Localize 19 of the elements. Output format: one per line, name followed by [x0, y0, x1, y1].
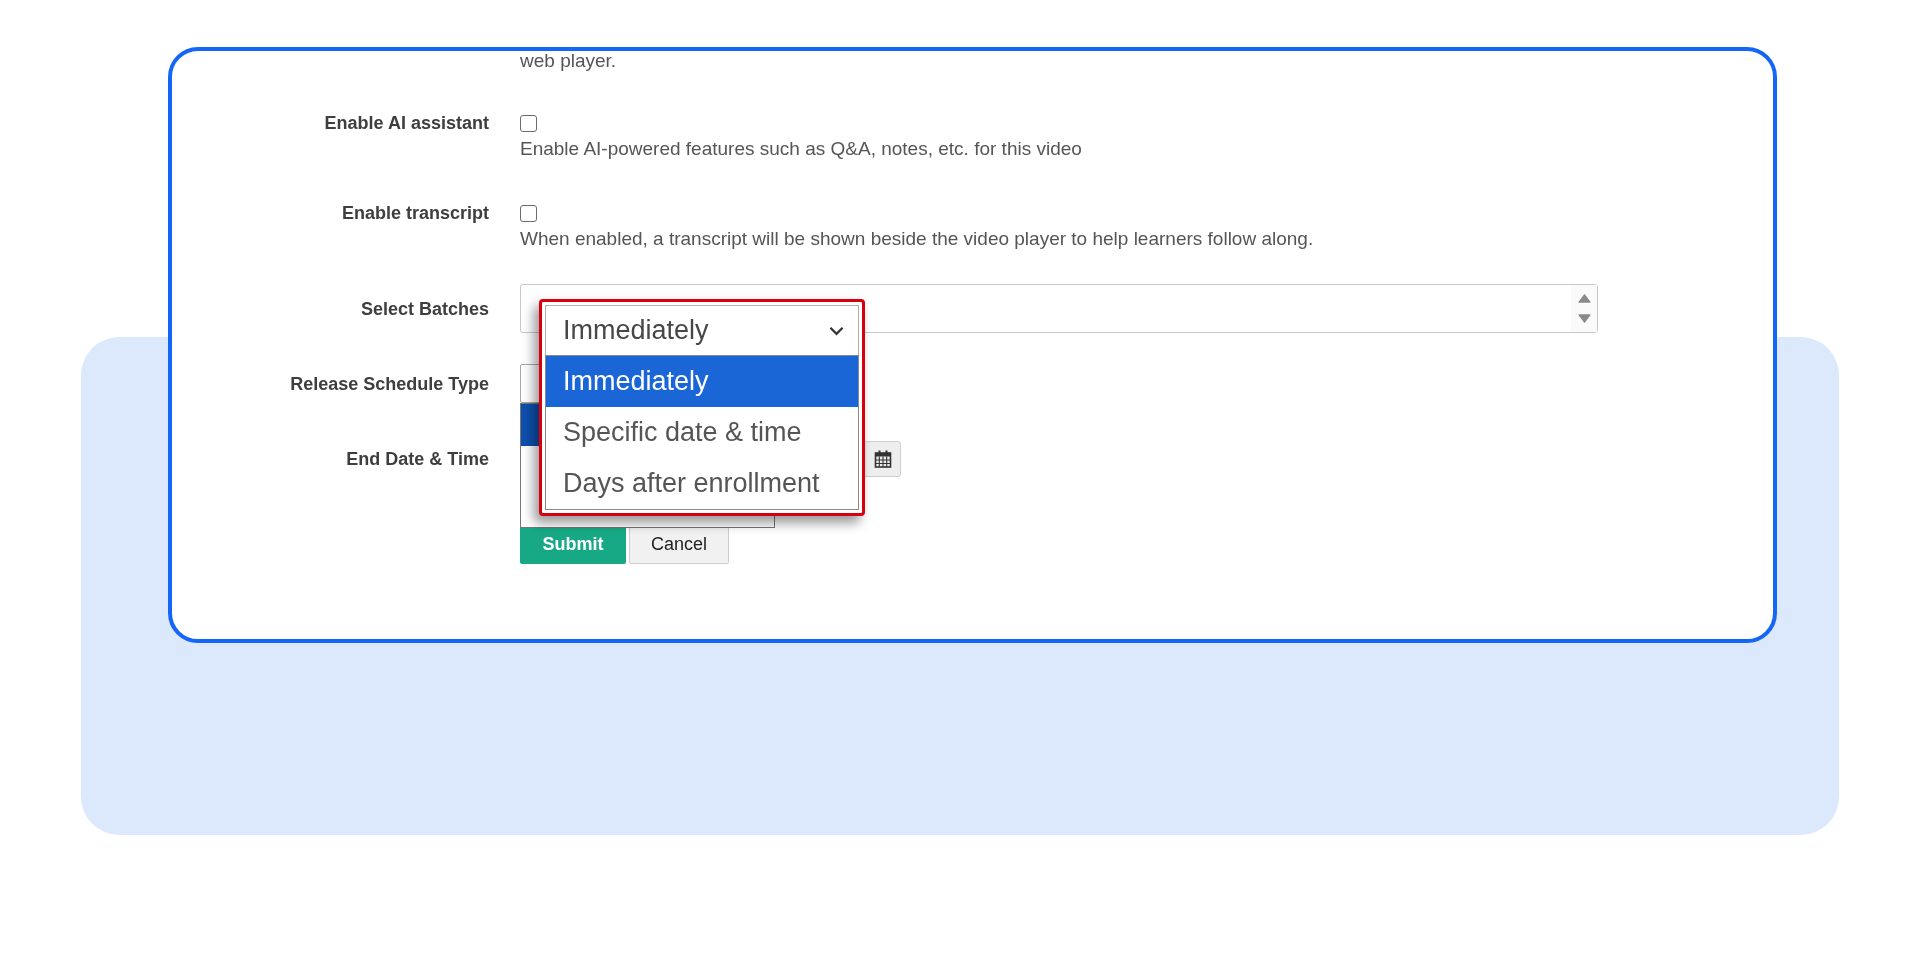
dropdown-option[interactable]: Specific date & time [546, 407, 858, 458]
triangle-down-icon[interactable] [1577, 314, 1591, 324]
chevron-down-icon [829, 325, 844, 336]
field-label: End Date & Time [345, 449, 489, 469]
help-text: When enabled, a transcript will be shown beside the video player to help learners follow along. [520, 227, 1314, 251]
field-label: Release Schedule Type [289, 373, 489, 394]
help-text: web player. [520, 51, 617, 71]
dropdown-option[interactable]: Days after enrollment [546, 458, 858, 509]
calendar-button[interactable] [864, 441, 901, 477]
checkbox[interactable] [520, 115, 537, 132]
select-field[interactable]: Immediately [545, 305, 859, 355]
field-label: Enable transcript [340, 203, 489, 223]
field-label: Enable AI assistant [323, 113, 489, 133]
calendar-icon [873, 450, 892, 468]
checkbox[interactable] [520, 205, 537, 222]
field-label: Select Batches [359, 298, 489, 319]
triangle-up-icon[interactable] [1577, 293, 1591, 303]
dropdown-option[interactable]: Immediately [546, 356, 858, 407]
help-text: Enable AI-powered features such as Q&A, notes, etc. for this video [520, 137, 1082, 161]
